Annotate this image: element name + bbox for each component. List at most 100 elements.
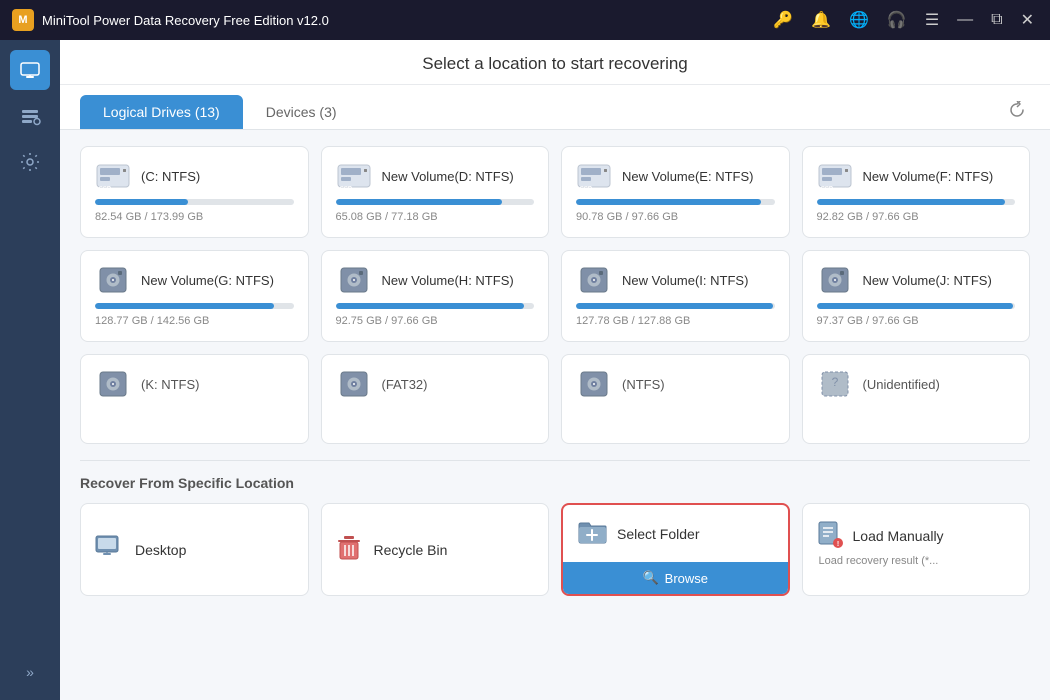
drive-progress-c bbox=[95, 199, 294, 205]
desktop-label: Desktop bbox=[135, 542, 186, 558]
drive-size-d: 65.08 GB / 77.18 GB bbox=[336, 211, 535, 223]
drive-card-k[interactable]: (K: NTFS) bbox=[80, 354, 309, 444]
drive-card-c[interactable]: SSD (C: NTFS) 82.54 GB / 173.99 GB bbox=[80, 146, 309, 238]
sidebar: » bbox=[0, 40, 60, 700]
sidebar-item-settings[interactable] bbox=[10, 142, 50, 182]
drive-icon-fat32 bbox=[336, 369, 372, 399]
desktop-icon bbox=[95, 535, 123, 564]
load-manually-sublabel: Load recovery result (*... bbox=[819, 555, 939, 567]
globe-icon[interactable]: 🌐 bbox=[845, 10, 873, 30]
drive-icon-d: SSD bbox=[336, 161, 372, 191]
location-card-desktop[interactable]: Desktop bbox=[80, 503, 309, 596]
settings-icon bbox=[19, 151, 41, 173]
svg-text:SSD: SSD bbox=[339, 187, 352, 191]
location-card-load-manually[interactable]: ! Load Manually Load recovery result (*.… bbox=[802, 503, 1031, 596]
tab-bar: Logical Drives (13) Devices (3) bbox=[60, 85, 1050, 130]
drive-size-i: 127.78 GB / 127.88 GB bbox=[576, 315, 775, 327]
window-controls: 🔑 🔔 🌐 🎧 ☰ — ⧉ ✕ bbox=[769, 10, 1038, 30]
recycle-bin-label: Recycle Bin bbox=[374, 542, 448, 558]
drive-card-f[interactable]: SSD New Volume(F: NTFS) 92.82 GB / 97.66… bbox=[802, 146, 1031, 238]
drive-name-j: New Volume(J: NTFS) bbox=[863, 273, 992, 288]
drive-size-j: 97.37 GB / 97.66 GB bbox=[817, 315, 1016, 327]
drive-progress-e bbox=[576, 199, 775, 205]
drive-icon-f: SSD bbox=[817, 161, 853, 191]
drive-progress-j bbox=[817, 303, 1016, 309]
header-text: Select a location to start recovering bbox=[422, 54, 688, 73]
main-content: Select a location to start recovering Lo… bbox=[60, 40, 1050, 700]
svg-text:SSD: SSD bbox=[580, 187, 593, 191]
drive-icon-ntfs bbox=[576, 369, 612, 399]
drive-name-g: New Volume(G: NTFS) bbox=[141, 273, 274, 288]
drive-name-e: New Volume(E: NTFS) bbox=[622, 169, 753, 184]
drive-card-fat32[interactable]: (FAT32) bbox=[321, 354, 550, 444]
drive-name-ntfs: (NTFS) bbox=[622, 377, 665, 392]
load-manually-icon: ! bbox=[817, 520, 843, 551]
sidebar-item-recover[interactable] bbox=[10, 50, 50, 90]
drive-icon-c: SSD bbox=[95, 161, 131, 191]
recycle-bin-icon bbox=[336, 534, 362, 565]
minimize-button[interactable]: — bbox=[953, 11, 977, 29]
drive-icon-k bbox=[95, 369, 131, 399]
drive-card-unidentified[interactable]: ? (Unidentified) bbox=[802, 354, 1031, 444]
tools-icon bbox=[19, 105, 41, 127]
key-icon[interactable]: 🔑 bbox=[769, 10, 797, 30]
drive-card-g[interactable]: New Volume(G: NTFS) 128.77 GB / 142.56 G… bbox=[80, 250, 309, 342]
close-button[interactable]: ✕ bbox=[1017, 10, 1038, 30]
tab-devices[interactable]: Devices (3) bbox=[243, 95, 360, 129]
location-grid: Desktop Recycle Bin bbox=[80, 503, 1030, 596]
headphone-icon[interactable]: 🎧 bbox=[883, 10, 911, 30]
drive-name-fat32: (FAT32) bbox=[382, 377, 428, 392]
drive-progress-g bbox=[95, 303, 294, 309]
app-layout: » Select a location to start recovering … bbox=[0, 40, 1050, 700]
select-folder-label: Select Folder bbox=[617, 526, 699, 542]
search-icon: 🔍 bbox=[642, 570, 658, 586]
folder-icon bbox=[577, 519, 607, 548]
tab-logical-drives[interactable]: Logical Drives (13) bbox=[80, 95, 243, 129]
drive-card-d[interactable]: SSD New Volume(D: NTFS) 65.08 GB / 77.18… bbox=[321, 146, 550, 238]
drive-icon-j bbox=[817, 265, 853, 295]
drive-size-e: 90.78 GB / 97.66 GB bbox=[576, 211, 775, 223]
drive-card-ntfs[interactable]: (NTFS) bbox=[561, 354, 790, 444]
specific-location-title: Recover From Specific Location bbox=[80, 475, 1030, 491]
drive-grid: SSD (C: NTFS) 82.54 GB / 173.99 GB bbox=[80, 146, 1030, 444]
drive-size-h: 92.75 GB / 97.66 GB bbox=[336, 315, 535, 327]
drive-card-j[interactable]: New Volume(J: NTFS) 97.37 GB / 97.66 GB bbox=[802, 250, 1031, 342]
drive-size-f: 92.82 GB / 97.66 GB bbox=[817, 211, 1016, 223]
drive-name-k: (K: NTFS) bbox=[141, 377, 200, 392]
drive-icon-g bbox=[95, 265, 131, 295]
app-title: MiniTool Power Data Recovery Free Editio… bbox=[42, 13, 769, 28]
maximize-button[interactable]: ⧉ bbox=[987, 11, 1006, 29]
location-card-select-folder[interactable]: Select Folder 🔍 Browse bbox=[561, 503, 790, 596]
drive-icon-i bbox=[576, 265, 612, 295]
drive-name-unidentified: (Unidentified) bbox=[863, 377, 940, 392]
drive-progress-h bbox=[336, 303, 535, 309]
refresh-button[interactable] bbox=[1004, 97, 1030, 128]
app-logo: M bbox=[12, 9, 34, 31]
load-manually-label: Load Manually bbox=[853, 528, 944, 544]
svg-text:?: ? bbox=[831, 375, 838, 389]
drive-name-f: New Volume(F: NTFS) bbox=[863, 169, 994, 184]
sidebar-expand[interactable]: » bbox=[26, 664, 34, 680]
drive-name-i: New Volume(I: NTFS) bbox=[622, 273, 748, 288]
drive-name-d: New Volume(D: NTFS) bbox=[382, 169, 514, 184]
browse-button[interactable]: 🔍 Browse bbox=[563, 562, 788, 594]
drive-progress-d bbox=[336, 199, 535, 205]
recover-icon bbox=[19, 59, 41, 81]
drive-progress-i bbox=[576, 303, 775, 309]
main-header: Select a location to start recovering bbox=[60, 40, 1050, 85]
drive-card-h[interactable]: New Volume(H: NTFS) 92.75 GB / 97.66 GB bbox=[321, 250, 550, 342]
drive-name-h: New Volume(H: NTFS) bbox=[382, 273, 514, 288]
sidebar-item-tools[interactable] bbox=[10, 96, 50, 136]
drive-card-i[interactable]: New Volume(I: NTFS) 127.78 GB / 127.88 G… bbox=[561, 250, 790, 342]
drive-size-g: 128.77 GB / 142.56 GB bbox=[95, 315, 294, 327]
drive-icon-unidentified: ? bbox=[817, 369, 853, 399]
content-area: SSD (C: NTFS) 82.54 GB / 173.99 GB bbox=[60, 130, 1050, 700]
menu-icon[interactable]: ☰ bbox=[921, 10, 943, 30]
drive-name-c: (C: NTFS) bbox=[141, 169, 200, 184]
notification-icon[interactable]: 🔔 bbox=[807, 10, 835, 30]
svg-text:SSD: SSD bbox=[99, 187, 112, 191]
location-card-recycle[interactable]: Recycle Bin bbox=[321, 503, 550, 596]
drive-card-e[interactable]: SSD New Volume(E: NTFS) 90.78 GB / 97.66… bbox=[561, 146, 790, 238]
drive-size-c: 82.54 GB / 173.99 GB bbox=[95, 211, 294, 223]
svg-text:SSD: SSD bbox=[820, 187, 833, 191]
